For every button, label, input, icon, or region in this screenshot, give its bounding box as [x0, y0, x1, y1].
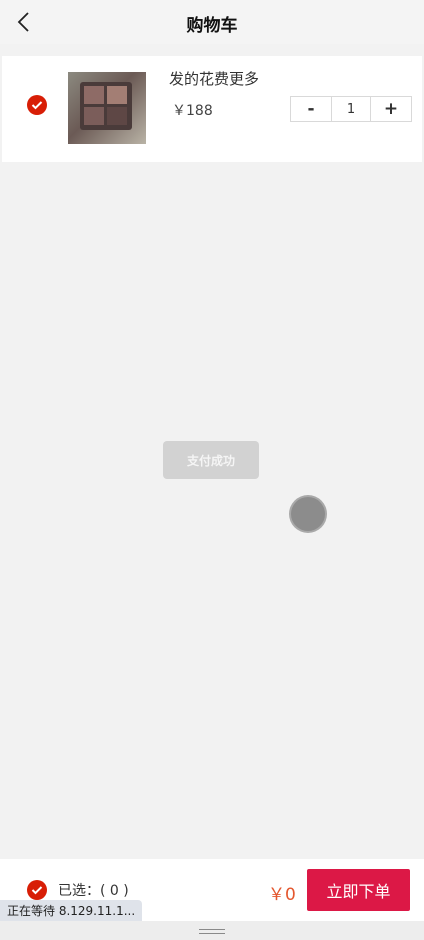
- home-indicator: [0, 921, 424, 940]
- product-name[interactable]: 发的花费更多: [169, 68, 259, 89]
- top-nav-bar: 购物车: [0, 0, 424, 44]
- payment-success-toast: 支付成功: [163, 441, 259, 479]
- cart-item: 发的花费更多 ￥188 - 1 +: [2, 56, 422, 162]
- browser-status-text: 正在等待 8.129.11.1...: [0, 900, 143, 922]
- decrease-button[interactable]: -: [291, 97, 331, 121]
- quantity-value[interactable]: 1: [331, 97, 371, 121]
- touch-indicator: [291, 497, 325, 531]
- quantity-stepper: - 1 +: [290, 96, 412, 122]
- selected-count-label: 已选：( 0 ): [58, 883, 129, 899]
- item-check-icon[interactable]: [27, 95, 47, 115]
- select-all-check-icon[interactable]: [27, 880, 47, 900]
- product-image[interactable]: [68, 72, 146, 144]
- place-order-button[interactable]: 立即下单: [307, 869, 410, 911]
- increase-button[interactable]: +: [371, 97, 411, 121]
- product-price: ￥188: [172, 103, 213, 119]
- total-price: ￥0: [268, 885, 296, 905]
- page-title: 购物车: [186, 16, 238, 36]
